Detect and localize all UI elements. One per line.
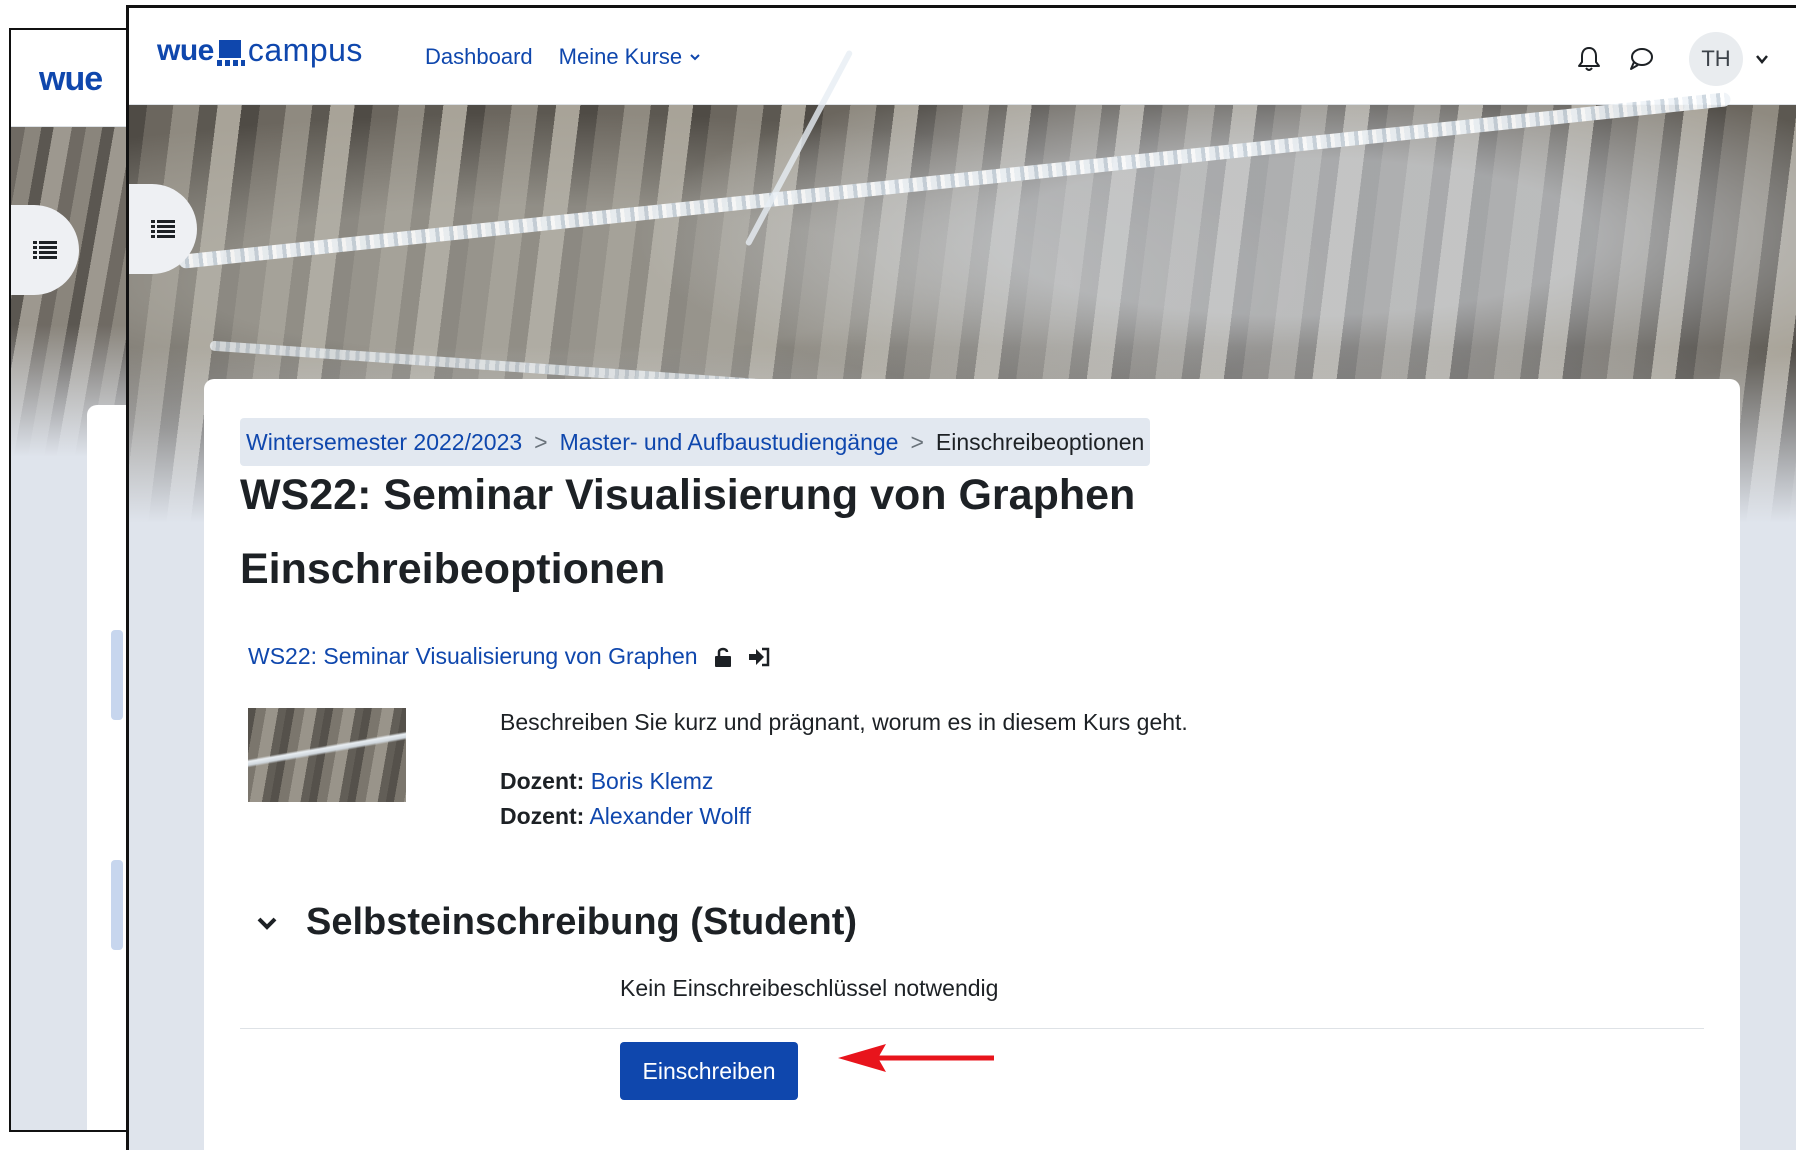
breadcrumb-separator: > (910, 428, 924, 455)
form-divider (240, 1028, 1704, 1029)
hamburger-list-icon (33, 241, 57, 259)
logo-block-icon (216, 36, 246, 66)
sign-in-icon (748, 647, 769, 666)
course-summary: Beschreiben Sie kurz und prägnant, worum… (500, 709, 1188, 735)
self-enrol-indicator (748, 646, 770, 668)
logo-text-campus: campus (247, 32, 363, 68)
unlock-icon (714, 647, 731, 667)
teacher-label: Dozent: (500, 768, 585, 794)
enrol-button[interactable]: Einschreiben (620, 1042, 798, 1100)
page-subtitle: Einschreibeoptionen (240, 545, 666, 593)
course-teacher: Dozent: Alexander Wolff (500, 803, 751, 830)
course-link-row: WS22: Seminar Visualisierung von Graphen (248, 643, 770, 670)
hero-frost-strand (178, 91, 1732, 269)
top-navbar: wue campus Dashboard Meine Kurse TH (129, 8, 1796, 105)
hamburger-list-icon (151, 220, 175, 238)
main-content-card: Wintersemester 2022/2023 > Master- und A… (204, 379, 1740, 1150)
course-teacher: Dozent: Boris Klemz (500, 768, 713, 795)
breadcrumb-item-category[interactable]: Master- und Aufbaustudiengänge (560, 429, 899, 456)
main-window: wue campus Dashboard Meine Kurse TH Wint… (126, 5, 1796, 1150)
breadcrumb-separator: > (534, 428, 548, 455)
teacher-link[interactable]: Alexander Wolff (589, 803, 751, 829)
guest-access-indicator (712, 646, 734, 668)
teacher-label: Dozent: (500, 803, 585, 829)
user-menu-area: TH (1575, 32, 1769, 86)
chevron-down-icon (690, 54, 700, 61)
breadcrumb-item-current: Einschreibeoptionen (935, 428, 1145, 455)
background-logo: wue (39, 60, 103, 98)
bell-icon (1578, 47, 1600, 71)
page-title: WS22: Seminar Visualisierung von Graphen (240, 471, 1136, 519)
user-avatar[interactable]: TH (1689, 32, 1743, 86)
breadcrumb-item-semester[interactable]: Wintersemester 2022/2023 (246, 429, 522, 456)
breadcrumb: Wintersemester 2022/2023 > Master- und A… (240, 418, 1151, 466)
background-button-edge (111, 630, 123, 720)
course-link[interactable]: WS22: Seminar Visualisierung von Graphen (248, 643, 698, 670)
enrol-section-heading: Selbsteinschreibung (Student) (306, 901, 858, 943)
background-button-edge (111, 860, 123, 950)
logo-text-wue: wue (157, 34, 214, 67)
nav-dashboard[interactable]: Dashboard (425, 44, 533, 70)
chat-bubble-icon (1630, 48, 1653, 70)
teacher-link[interactable]: Boris Klemz (591, 768, 714, 794)
chevron-down-icon[interactable] (1755, 52, 1769, 66)
chevron-down-icon (257, 917, 277, 930)
site-logo[interactable]: wue campus (157, 32, 363, 68)
enrol-section-toggle[interactable]: Selbsteinschreibung (Student) (256, 901, 857, 944)
messages-button[interactable] (1627, 45, 1655, 73)
notifications-button[interactable] (1575, 45, 1603, 73)
nav-my-courses[interactable]: Meine Kurse (559, 44, 701, 70)
no-enrol-key-notice: Kein Einschreibeschlüssel notwendig (620, 975, 999, 1001)
course-thumbnail-image (248, 708, 406, 802)
primary-navigation: Dashboard Meine Kurse (425, 44, 700, 70)
nav-my-courses-label: Meine Kurse (558, 44, 683, 69)
annotation-arrow-icon (838, 1044, 994, 1072)
